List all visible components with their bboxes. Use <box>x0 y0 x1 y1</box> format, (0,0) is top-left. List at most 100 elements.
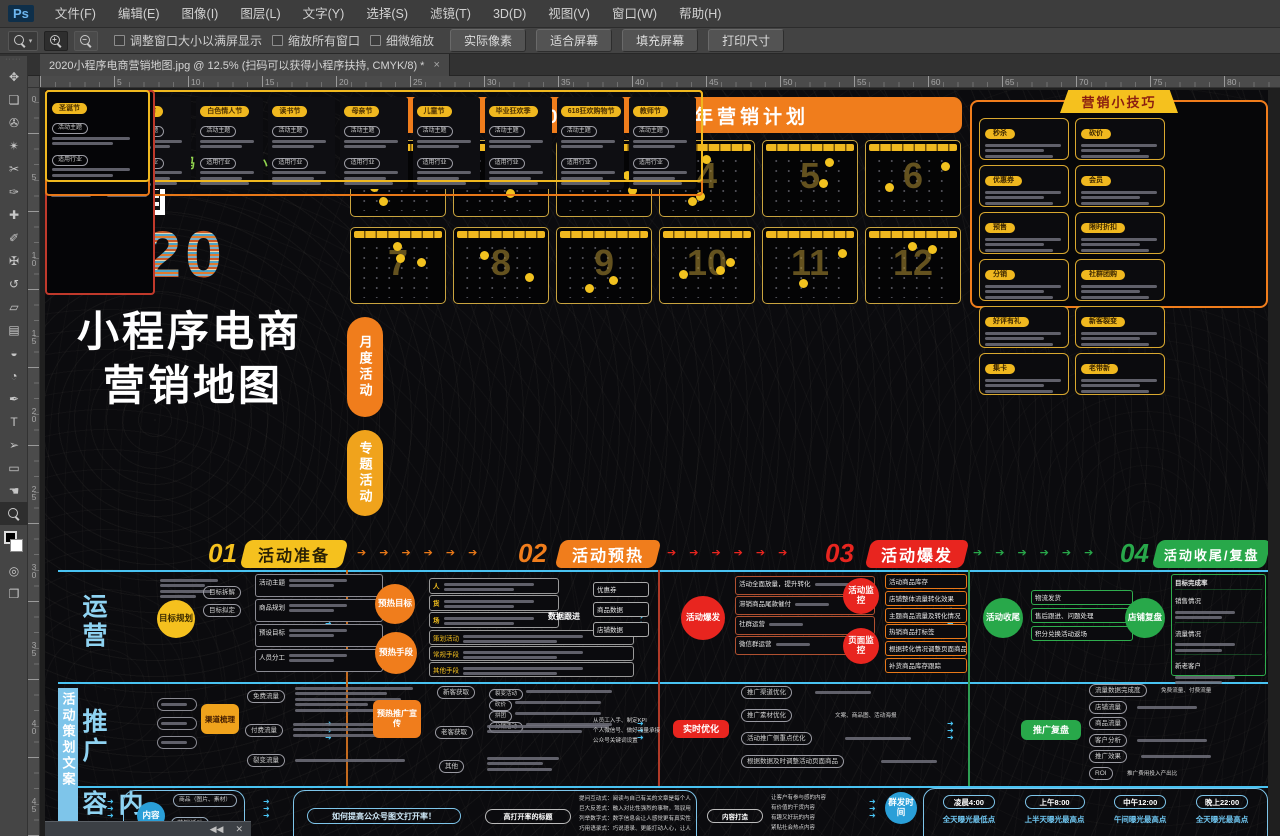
tip-label: 会员 <box>1081 176 1111 186</box>
eyedropper-tool[interactable]: ✑ <box>0 180 28 203</box>
eraser-tool[interactable]: ▱ <box>0 295 28 318</box>
ruler-number: 45 <box>709 77 718 87</box>
placeholder-line <box>633 182 682 185</box>
hand-tool[interactable]: ☚ <box>0 479 28 502</box>
menu-item[interactable]: 滤镜(T) <box>419 7 482 21</box>
magic-wand-tool[interactable]: ✴ <box>0 134 28 157</box>
option-button[interactable]: 打印尺寸 <box>708 29 784 52</box>
option-button[interactable]: 填充屏幕 <box>622 29 698 52</box>
menu-item[interactable]: 文字(Y) <box>292 7 356 21</box>
placeholder-line <box>1081 332 1157 335</box>
checkbox[interactable] <box>114 35 125 46</box>
menu-item[interactable]: 3D(D) <box>482 7 537 21</box>
document-canvas[interactable]: 扫码可以获得小程序扶持2020小程序电商营销地图2020营销日历&全年营销计划1… <box>45 90 1268 836</box>
zoom-in-button[interactable]: + <box>44 31 68 51</box>
dodge-tool[interactable]: ◔ <box>0 364 28 387</box>
marketing-tips-panel: 营销小技巧秒杀砍价优惠券会员预售限时折扣分销社群团购好评有礼新客裂变集卡老带新 <box>970 100 1268 308</box>
toolbar-grip[interactable]: ····· <box>0 56 27 65</box>
activity-title: 儿童节 <box>417 106 452 117</box>
time-caption: 午间曝光最高点 <box>1114 814 1167 825</box>
option-button[interactable]: 实际像素 <box>450 29 526 52</box>
ruler-number: 5 <box>117 77 122 87</box>
tip-card: 分销 <box>979 259 1069 301</box>
placeholder-line <box>1081 384 1140 387</box>
history-brush-tool[interactable]: ↺ <box>0 272 28 295</box>
document-tab-title: 2020小程序电商营销地图.jpg @ 12.5% (扫码可以获得小程序扶持, … <box>49 57 424 73</box>
mindmap-box: 人 <box>429 578 559 594</box>
mindmap-pill: 推广素材优化 <box>741 709 792 722</box>
calendar-month-number: 5 <box>763 155 857 197</box>
theme-label: 活动主题 <box>417 126 453 137</box>
quick-mask-button[interactable]: ◎ <box>0 559 28 582</box>
shape-tool[interactable]: ▭ <box>0 456 28 479</box>
calendar-weekday-row <box>663 231 751 238</box>
mindmap-pill: 付费流量 <box>245 724 283 737</box>
placeholder-line <box>1081 202 1149 205</box>
highlight-date-dot <box>688 197 697 206</box>
time-pill: 中午12:00 <box>1114 795 1167 809</box>
move-tool[interactable]: ✥ <box>0 65 28 88</box>
close-icon[interactable]: ✕ <box>235 822 243 836</box>
notes-block <box>845 734 911 742</box>
industry-label: 适用行业 <box>561 158 597 169</box>
mindmap-pill: 老客获取 <box>435 726 473 739</box>
send-time-slot: 上午8:00上半天曝光最高点 <box>1025 795 1085 836</box>
placeholder-line <box>289 579 347 582</box>
document-tab[interactable]: 2020小程序电商营销地图.jpg @ 12.5% (扫码可以获得小程序扶持, … <box>40 54 450 76</box>
menu-item[interactable]: 编辑(E) <box>107 7 171 21</box>
menu-item[interactable]: 图层(L) <box>229 7 291 21</box>
placeholder-line <box>344 140 398 143</box>
mindmap-box: 物流发货 <box>1031 590 1133 605</box>
menu-item[interactable]: 图像(I) <box>171 7 230 21</box>
tip-card: 会员 <box>1075 165 1165 207</box>
menu-item[interactable]: 视图(V) <box>537 7 601 21</box>
mindmap-node: 店铺复盘 <box>1125 598 1165 638</box>
option-button[interactable]: 适合屏幕 <box>536 29 612 52</box>
mindmap-pill: 流量数据完成度 <box>1089 684 1147 697</box>
blur-tool[interactable]: ◒ <box>0 341 28 364</box>
zoom-out-button[interactable]: − <box>74 31 98 51</box>
mindmap-node: 渠道梳理 <box>201 704 239 734</box>
marquee-tool[interactable]: ❏ <box>0 88 28 111</box>
pen-tool[interactable]: ✒ <box>0 387 28 410</box>
menu-item[interactable]: 窗口(W) <box>601 7 668 21</box>
path-select-tool[interactable]: ➢ <box>0 433 28 456</box>
zoom-tool[interactable] <box>0 502 28 525</box>
ruler-number: 5 <box>29 173 39 181</box>
activity-title: 圣诞节 <box>52 103 87 114</box>
menu-item[interactable]: 文件(F) <box>44 7 107 21</box>
menu-item[interactable]: 选择(S) <box>355 7 419 21</box>
industry-label: 适用行业 <box>52 155 88 166</box>
checkbox[interactable] <box>370 35 381 46</box>
calendar-month-number: 9 <box>557 242 651 284</box>
tip-card: 老带新 <box>1075 353 1165 395</box>
current-tool-thumbnail[interactable]: ▾ <box>8 31 38 51</box>
healing-brush-tool[interactable]: ✚ <box>0 203 28 226</box>
lasso-tool[interactable]: ✇ <box>0 111 28 134</box>
type-tool[interactable]: T <box>0 410 28 433</box>
tip-line: 巧用语录式：巧说语录、更能打动人心，让人不自觉关注后续发展。 <box>579 824 691 834</box>
placeholder-line <box>444 617 534 620</box>
activity-title: 母亲节 <box>344 106 379 117</box>
calendar-weekday-row <box>560 231 648 238</box>
tab-close-icon[interactable]: × <box>433 59 439 71</box>
zoom-tool-icon <box>14 35 26 47</box>
screen-mode-button[interactable]: ❐ <box>0 582 28 605</box>
menu-item[interactable]: 帮助(H) <box>668 7 732 21</box>
crop-tool[interactable]: ✂ <box>0 157 28 180</box>
gradient-tool[interactable]: ▤ <box>0 318 28 341</box>
row-divider <box>58 682 1268 684</box>
color-swatches[interactable] <box>0 529 28 559</box>
placeholder-line <box>1081 296 1149 299</box>
placeholder-line <box>295 687 413 690</box>
background-color-swatch[interactable] <box>10 539 23 552</box>
placeholder-line <box>344 171 398 174</box>
review-table: 目标完成率销售情况流量情况新老客户 <box>1171 574 1266 676</box>
brush-tool[interactable]: ✐ <box>0 226 28 249</box>
tips-grid: 秒杀砍价优惠券会员预售限时折扣分销社群团购好评有礼新客裂变集卡老带新 <box>979 118 1259 300</box>
mindmap-pill: ROI <box>1089 767 1113 780</box>
collapse-icon[interactable]: ◀◀ <box>210 822 224 836</box>
clone-stamp-tool[interactable]: ✠ <box>0 249 28 272</box>
checkbox[interactable] <box>272 35 283 46</box>
ruler-number: 55 <box>857 77 866 87</box>
